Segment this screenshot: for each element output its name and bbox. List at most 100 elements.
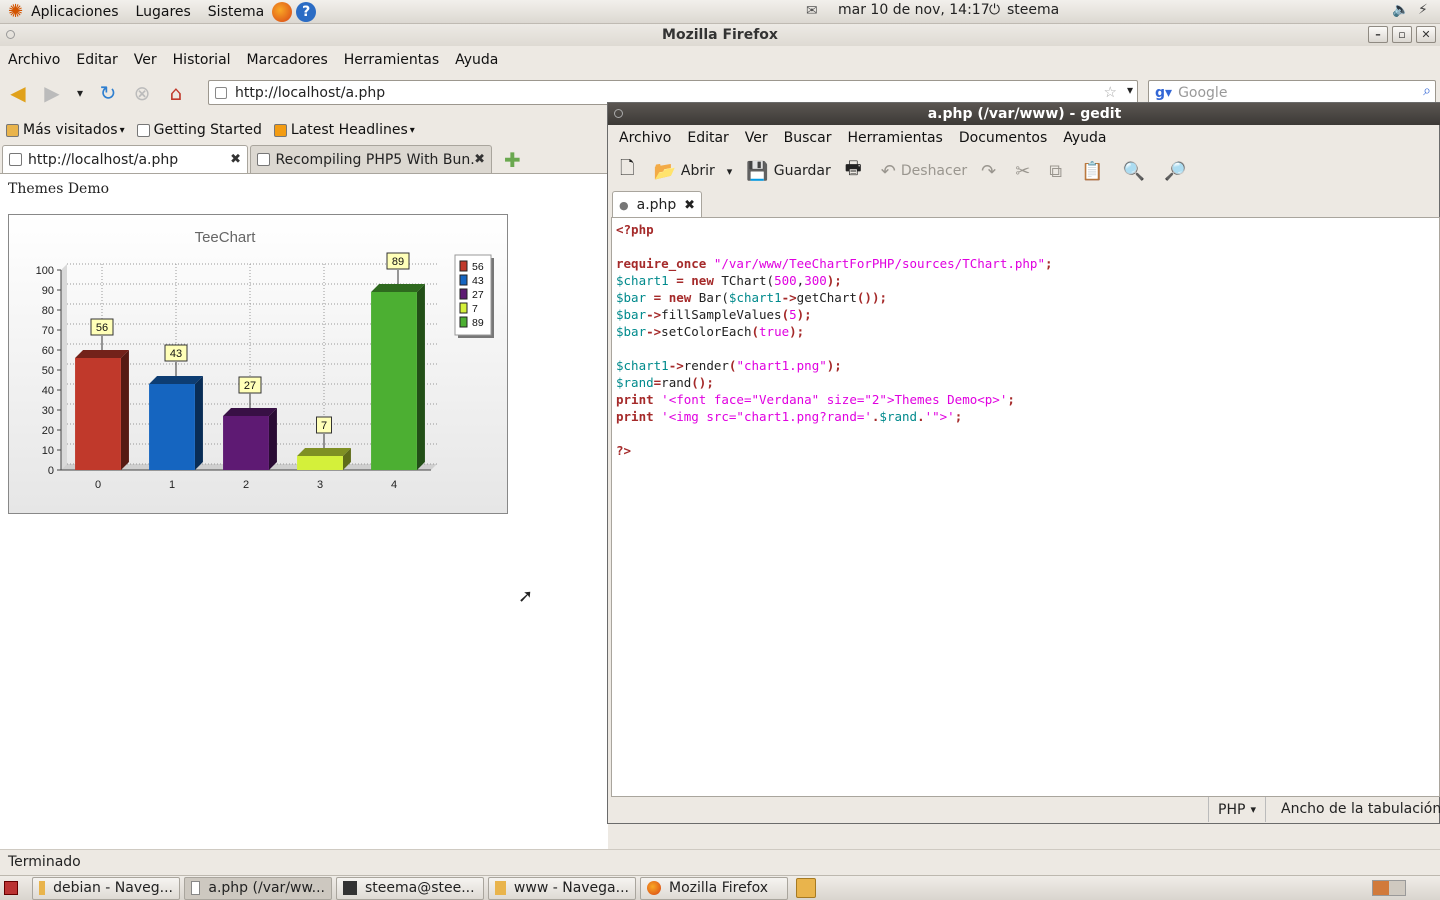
replace-button[interactable]: 🔎: [1164, 161, 1191, 182]
home-button[interactable]: ⌂: [162, 79, 190, 107]
reload-button[interactable]: ↻: [94, 79, 122, 107]
bar-side: [194, 376, 203, 470]
cut-button[interactable]: ✂: [1015, 161, 1035, 182]
save-label: Guardar: [773, 163, 831, 179]
code-token: );: [789, 324, 805, 339]
close-tab-icon[interactable]: ✖: [230, 152, 241, 167]
gedit-menu-ayuda[interactable]: Ayuda: [1063, 130, 1106, 146]
volume-icon[interactable]: 🔈: [1392, 2, 1409, 18]
language-selector[interactable]: PHP ▾: [1208, 797, 1266, 822]
undo-button[interactable]: ↶ Deshacer: [881, 161, 967, 182]
gedit-menu-editar[interactable]: Editar: [687, 130, 728, 146]
print-button[interactable]: 🖶: [845, 156, 867, 186]
bar-chart: TeeChart01020304050607080901005604312727…: [36, 229, 494, 491]
tab-recompiling[interactable]: Recompiling PHP5 With Bun... ✖: [250, 145, 492, 173]
bookmark-latest-headlines[interactable]: Latest Headlines ▾: [273, 122, 415, 138]
firefox-window-title: Mozilla Firefox: [662, 27, 778, 43]
bar: [297, 456, 343, 470]
code-token: Bar(: [691, 290, 729, 305]
taskbar-item-debian[interactable]: debian - Naveg...: [32, 876, 180, 900]
gedit-menu-archivo[interactable]: Archivo: [619, 130, 671, 146]
window-menu-icon[interactable]: [6, 30, 15, 39]
panel-user[interactable]: steema: [1007, 2, 1059, 18]
menu-marcadores[interactable]: Marcadores: [247, 52, 328, 68]
copy-button[interactable]: ⧉: [1049, 161, 1067, 182]
network-icon[interactable]: ⚡: [1418, 2, 1428, 18]
menu-archivo[interactable]: Archivo: [8, 52, 60, 68]
site-identity-icon[interactable]: [215, 86, 227, 99]
taskbar-label: www - Navega...: [513, 880, 629, 896]
legend-swatch: [459, 288, 468, 300]
paste-button[interactable]: 📋: [1081, 161, 1108, 182]
taskbar-item-gedit[interactable]: a.php (/var/ww...: [184, 876, 332, 900]
history-dropdown-icon[interactable]: ▾: [72, 79, 88, 107]
code-line: $bar->fillSampleValues(5);: [616, 306, 1435, 323]
panel-clock[interactable]: mar 10 de nov, 14:17: [838, 2, 990, 18]
tab-width-selector[interactable]: Ancho de la tabulación:: [1281, 801, 1440, 817]
url-dropdown-icon[interactable]: ▾: [1127, 83, 1133, 97]
code-token: "chart1.png": [736, 358, 827, 373]
firefox-launcher-icon[interactable]: [272, 1, 293, 22]
y-tick-label: 100: [36, 265, 54, 277]
gedit-menu-ver[interactable]: Ver: [745, 130, 768, 146]
power-icon[interactable]: ⏻: [989, 2, 1000, 18]
panel-menu-sistema[interactable]: Sistema: [208, 4, 264, 20]
mail-icon[interactable]: ✉: [806, 3, 818, 19]
forward-button[interactable]: ▶: [38, 79, 66, 107]
ubuntu-logo-icon[interactable]: ✺: [8, 1, 23, 23]
code-token: ;: [1007, 392, 1015, 407]
save-button[interactable]: 💾 Guardar: [746, 161, 830, 182]
code-token: );: [826, 358, 842, 373]
search-input[interactable]: Google: [1178, 85, 1227, 101]
gedit-menu-herramientas[interactable]: Herramientas: [847, 130, 942, 146]
code-token: ());: [856, 290, 887, 305]
chevron-down-icon[interactable]: ▾: [727, 165, 733, 178]
gedit-menu-documentos[interactable]: Documentos: [959, 130, 1047, 146]
new-document-button[interactable]: 🗋: [620, 156, 639, 186]
tab-localhost[interactable]: http://localhost/a.php ✖: [2, 145, 248, 173]
maximize-button[interactable]: ▫: [1392, 26, 1412, 43]
legend-label: 89: [472, 317, 484, 329]
x-tick-label: 3: [317, 479, 323, 491]
redo-button[interactable]: ↷: [981, 161, 1001, 182]
taskbar-item-terminal[interactable]: steema@stee...: [336, 876, 484, 900]
menu-historial[interactable]: Historial: [173, 52, 231, 68]
search-button[interactable]: 🔍: [1123, 161, 1150, 182]
taskbar-item-www[interactable]: www - Navega...: [488, 876, 636, 900]
window-menu-icon[interactable]: [614, 109, 623, 118]
workspace-switcher[interactable]: [1372, 880, 1406, 896]
menu-herramientas[interactable]: Herramientas: [344, 52, 439, 68]
google-engine-icon[interactable]: g▾: [1155, 85, 1172, 101]
url-text[interactable]: http://localhost/a.php: [235, 85, 385, 101]
gedit-tab-a-php[interactable]: ● a.php ✖: [612, 191, 702, 218]
close-tab-icon[interactable]: ✖: [474, 152, 485, 167]
stop-button[interactable]: ⊗: [128, 79, 156, 107]
new-tab-icon[interactable]: ✚: [504, 147, 521, 173]
trash-icon[interactable]: [796, 878, 816, 898]
search-icon[interactable]: ⌕: [1423, 83, 1431, 99]
y-tick-label: 40: [42, 385, 54, 397]
open-button[interactable]: 📂 Abrir ▾: [653, 161, 732, 182]
legend-label: 56: [472, 261, 484, 273]
back-button[interactable]: ◀: [4, 79, 32, 107]
legend-swatch: [459, 260, 468, 272]
taskbar-label: a.php (/var/ww...: [208, 880, 325, 896]
minimize-button[interactable]: –: [1368, 26, 1388, 43]
page-icon: [9, 153, 22, 166]
code-editor[interactable]: <?php require_once "/var/www/TeeChartForP…: [611, 217, 1440, 797]
menu-ayuda[interactable]: Ayuda: [455, 52, 498, 68]
panel-menu-aplicaciones[interactable]: Aplicaciones: [31, 4, 118, 20]
bookmark-label: Latest Headlines: [290, 122, 408, 138]
menu-ver[interactable]: Ver: [134, 52, 157, 68]
help-launcher-icon[interactable]: ?: [296, 1, 317, 22]
panel-menu-lugares[interactable]: Lugares: [136, 4, 191, 20]
bookmark-mas-visitados[interactable]: Más visitados ▾: [6, 122, 125, 138]
bookmark-getting-started[interactable]: Getting Started: [136, 122, 262, 138]
taskbar-item-firefox[interactable]: Mozilla Firefox: [640, 876, 788, 900]
menu-editar[interactable]: Editar: [76, 52, 117, 68]
show-desktop-icon[interactable]: [4, 881, 18, 895]
gedit-menu-buscar[interactable]: Buscar: [784, 130, 832, 146]
close-button[interactable]: ✕: [1416, 26, 1436, 43]
bookmark-star-icon[interactable]: ☆: [1104, 83, 1117, 101]
close-tab-icon[interactable]: ✖: [684, 198, 695, 213]
